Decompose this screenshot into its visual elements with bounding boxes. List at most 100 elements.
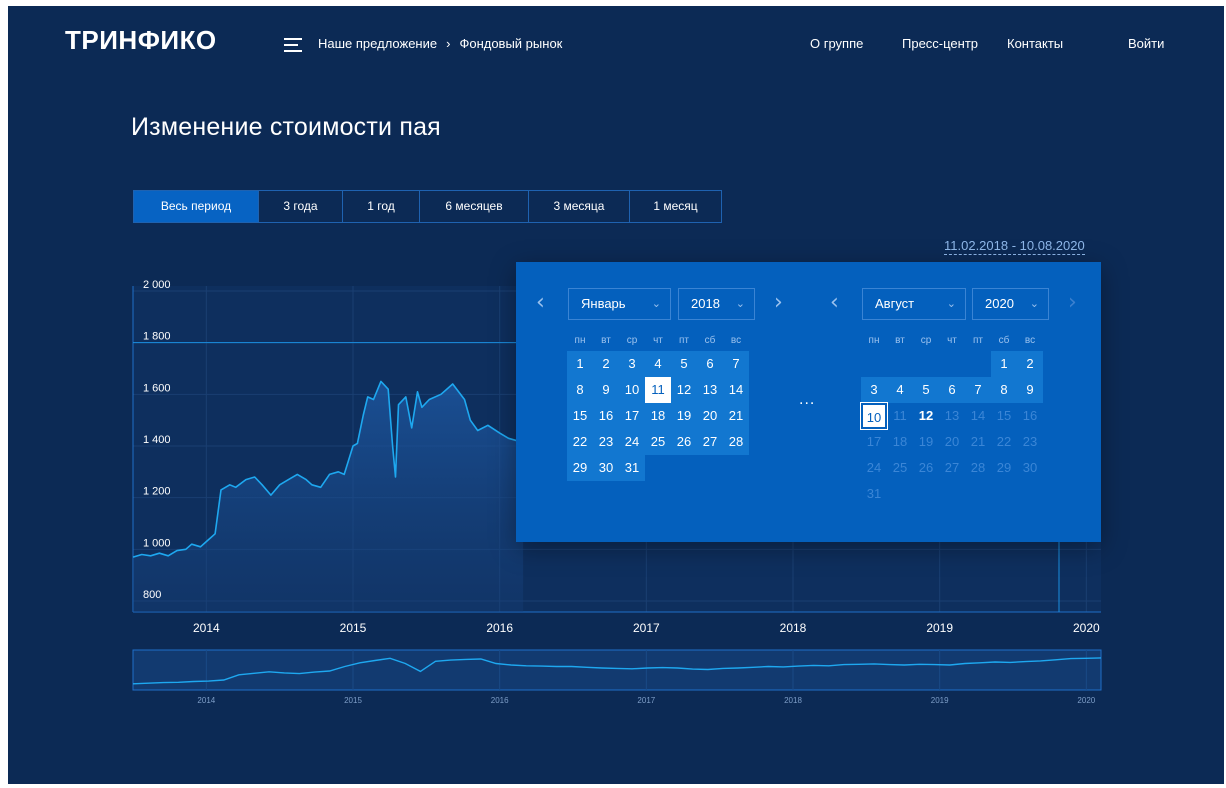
mini-x-tick-label: 2018: [784, 696, 802, 705]
range-ellipsis: ...: [799, 391, 816, 408]
nav-contacts[interactable]: Контакты: [1007, 36, 1063, 51]
right-day-29[interactable]: 29: [991, 455, 1017, 481]
x-tick-label: 2014: [193, 621, 220, 635]
left-day-31[interactable]: 31: [619, 455, 645, 481]
logo[interactable]: ТРИНФИКО: [65, 25, 217, 56]
right-day-15[interactable]: 15: [991, 403, 1017, 429]
right-day-24[interactable]: 24: [861, 455, 887, 481]
left-day-13[interactable]: 13: [697, 377, 723, 403]
left-day-28[interactable]: 28: [723, 429, 749, 455]
y-tick-label: 1 600: [143, 382, 171, 394]
left-day-16[interactable]: 16: [593, 403, 619, 429]
left-day-20[interactable]: 20: [697, 403, 723, 429]
left-day-6[interactable]: 6: [697, 351, 723, 377]
tab-all-period[interactable]: Весь период: [134, 191, 259, 222]
right-day-18[interactable]: 18: [887, 429, 913, 455]
right-day-19[interactable]: 19: [913, 429, 939, 455]
chevron-down-icon: ⌄: [651, 297, 661, 310]
left-day-27[interactable]: 27: [697, 429, 723, 455]
left-day-19[interactable]: 19: [671, 403, 697, 429]
right-day-4[interactable]: 4: [887, 377, 913, 403]
left-day-25[interactable]: 25: [645, 429, 671, 455]
right-day-9[interactable]: 9: [1017, 377, 1043, 403]
right-day-22[interactable]: 22: [991, 429, 1017, 455]
chevron-left-icon[interactable]: ‹: [830, 292, 839, 314]
right-day-17[interactable]: 17: [861, 429, 887, 455]
left-day-14[interactable]: 14: [723, 377, 749, 403]
weekday-label: вт: [601, 335, 611, 346]
left-day-22[interactable]: 22: [567, 429, 593, 455]
left-day-11[interactable]: 11: [645, 377, 671, 403]
chevron-down-icon: ⌄: [1029, 297, 1039, 310]
tab-3-months[interactable]: 3 месяца: [529, 191, 630, 222]
weekday-label: сб: [704, 335, 716, 346]
right-day-31[interactable]: 31: [861, 481, 887, 507]
right-day-20[interactable]: 20: [939, 429, 965, 455]
right-day-12[interactable]: 12: [913, 403, 939, 429]
breadcrumb-item[interactable]: Фондовый рынок: [459, 36, 562, 51]
right-day-30[interactable]: 30: [1017, 455, 1043, 481]
left-year-select[interactable]: 2018 ⌄: [678, 288, 755, 320]
left-day-4[interactable]: 4: [645, 351, 671, 377]
right-day-14[interactable]: 14: [965, 403, 991, 429]
right-day-10[interactable]: 10: [860, 402, 888, 430]
left-day-18[interactable]: 18: [645, 403, 671, 429]
right-day-27[interactable]: 27: [939, 455, 965, 481]
right-day-21[interactable]: 21: [965, 429, 991, 455]
left-day-26[interactable]: 26: [671, 429, 697, 455]
right-day-7[interactable]: 7: [965, 377, 991, 403]
chevron-left-icon[interactable]: ‹: [536, 292, 545, 314]
right-day-8[interactable]: 8: [991, 377, 1017, 403]
right-day-5[interactable]: 5: [913, 377, 939, 403]
left-day-9[interactable]: 9: [593, 377, 619, 403]
page-title: Изменение стоимости пая: [131, 113, 441, 141]
right-day-3[interactable]: 3: [861, 377, 887, 403]
left-day-1[interactable]: 1: [567, 351, 593, 377]
nav-press-center[interactable]: Пресс-центр: [902, 36, 978, 51]
left-day-5[interactable]: 5: [671, 351, 697, 377]
weekday-label: пт: [679, 335, 689, 346]
nav-about[interactable]: О группе: [810, 36, 863, 51]
tab-6-months[interactable]: 6 месяцев: [420, 191, 529, 222]
tab-1-month[interactable]: 1 месяц: [630, 191, 721, 222]
left-day-10[interactable]: 10: [619, 377, 645, 403]
left-day-15[interactable]: 15: [567, 403, 593, 429]
right-year-select[interactable]: 2020 ⌄: [972, 288, 1049, 320]
left-day-30[interactable]: 30: [593, 455, 619, 481]
breadcrumb-item[interactable]: Наше предложение: [318, 36, 437, 51]
chevron-right-icon[interactable]: ›: [774, 292, 783, 314]
date-range-link[interactable]: 11.02.2018 - 10.08.2020: [944, 238, 1085, 255]
right-day-25[interactable]: 25: [887, 455, 913, 481]
left-day-7[interactable]: 7: [723, 351, 749, 377]
left-month-select[interactable]: Январь ⌄: [568, 288, 671, 320]
left-day-3[interactable]: 3: [619, 351, 645, 377]
left-day-8[interactable]: 8: [567, 377, 593, 403]
right-day-16[interactable]: 16: [1017, 403, 1043, 429]
right-day-2[interactable]: 2: [1017, 351, 1043, 377]
right-day-6[interactable]: 6: [939, 377, 965, 403]
left-day-23[interactable]: 23: [593, 429, 619, 455]
tab-1-year[interactable]: 1 год: [343, 191, 420, 222]
left-day-2[interactable]: 2: [593, 351, 619, 377]
period-tabs: Весь период 3 года 1 год 6 месяцев 3 мес…: [133, 190, 722, 223]
x-tick-label: 2019: [926, 621, 953, 635]
right-day-1[interactable]: 1: [991, 351, 1017, 377]
weekday-label: сб: [998, 335, 1010, 346]
weekday-label: ср: [626, 335, 638, 346]
tab-3-years[interactable]: 3 года: [259, 191, 343, 222]
left-day-21[interactable]: 21: [723, 403, 749, 429]
login-link[interactable]: Войти: [1128, 36, 1164, 51]
right-day-13[interactable]: 13: [939, 403, 965, 429]
left-day-24[interactable]: 24: [619, 429, 645, 455]
chevron-right-icon[interactable]: ›: [1068, 292, 1077, 314]
left-day-17[interactable]: 17: [619, 403, 645, 429]
right-day-11[interactable]: 11: [887, 403, 913, 429]
right-day-23[interactable]: 23: [1017, 429, 1043, 455]
left-day-12[interactable]: 12: [671, 377, 697, 403]
weekday-label: вт: [895, 335, 905, 346]
menu-icon[interactable]: [284, 38, 302, 52]
right-month-select[interactable]: Август ⌄: [862, 288, 966, 320]
right-day-28[interactable]: 28: [965, 455, 991, 481]
left-day-29[interactable]: 29: [567, 455, 593, 481]
right-day-26[interactable]: 26: [913, 455, 939, 481]
